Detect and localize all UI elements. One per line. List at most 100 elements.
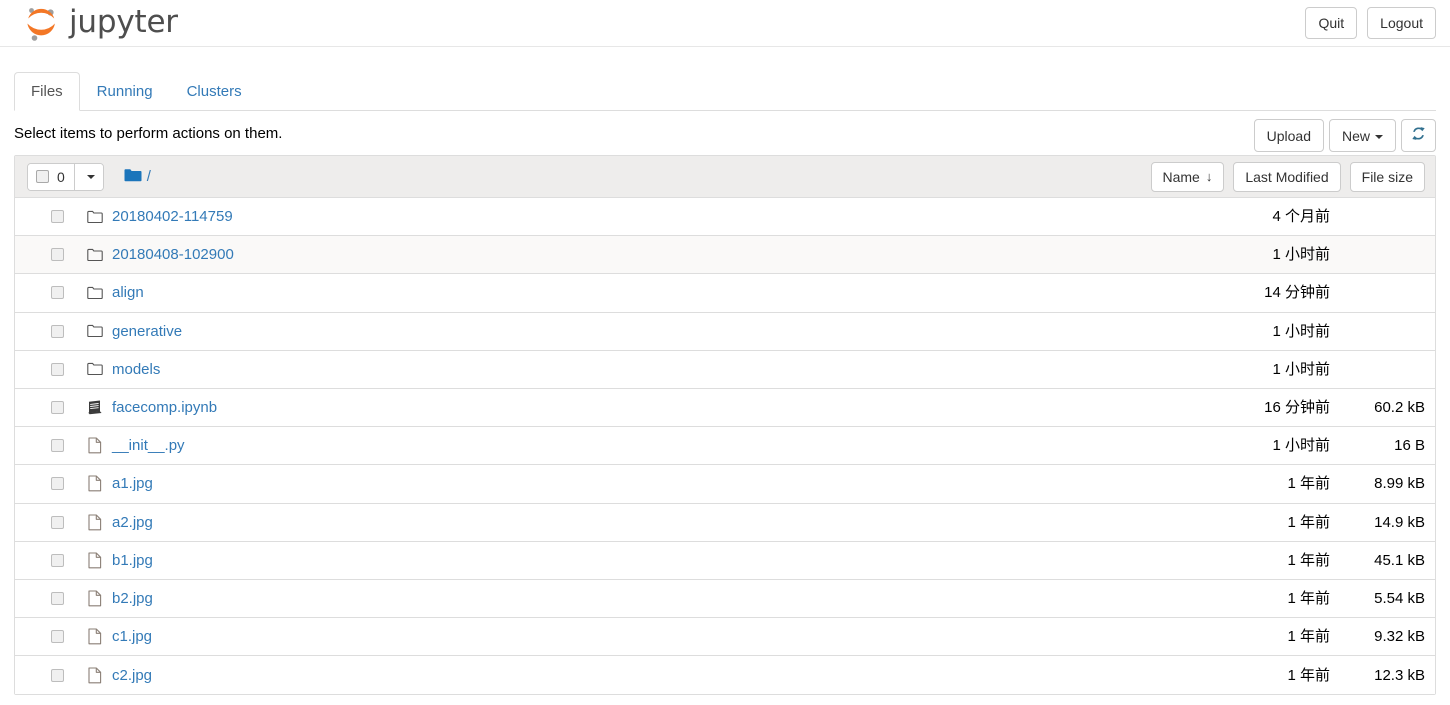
file-list-row[interactable]: models 1 小时前 [15,350,1435,389]
file-list-row[interactable]: generative 1 小时前 [15,312,1435,351]
file-size: 9.32 kB [1374,628,1425,646]
file-name-link[interactable]: __init__.py [112,436,185,455]
sort-by-size-button[interactable]: File size [1349,161,1425,192]
file-name-link[interactable]: align [112,283,144,302]
row-checkbox[interactable] [51,630,64,644]
logout-button[interactable]: Logout [1367,7,1436,39]
chevron-down-icon [87,174,96,179]
new-dropdown-button[interactable]: New [1328,119,1396,152]
action-buttons: Upload New [1253,119,1436,152]
file-modified: 1 小时前 [1272,322,1330,340]
file-list-row[interactable]: facecomp.ipynb 16 分钟前 60.2 kB [15,388,1435,428]
file-name-link[interactable]: a2.jpg [112,513,153,532]
file-size: 60.2 kB [1374,399,1425,417]
refresh-icon [1411,126,1426,145]
folder-icon [86,248,103,262]
tab-files[interactable]: Files [14,72,80,111]
file-list-panel: 0 / Name ↓ Last Modified File size 20180… [14,155,1436,696]
quit-button[interactable]: Quit [1305,7,1358,39]
action-bar: Select items to perform actions on them.… [14,111,1436,155]
file-list-row[interactable]: 20180402-114759 4 个月前 [15,198,1435,237]
row-checkbox[interactable] [51,477,64,491]
folder-icon [86,210,103,224]
file-size: 5.54 kB [1374,589,1425,607]
row-checkbox[interactable] [51,668,64,682]
file-list-header: 0 / Name ↓ Last Modified File size [15,156,1435,198]
row-checkbox[interactable] [51,553,64,567]
file-list-row[interactable]: __init__.py 1 小时前 16 B [15,427,1435,466]
file-list-row[interactable]: b2.jpg 1 年前 5.54 kB [15,579,1435,619]
refresh-button[interactable] [1401,119,1436,152]
file-modified: 1 小时前 [1272,437,1330,455]
file-list-row[interactable]: align 14 分钟前 [15,274,1435,313]
file-name-link[interactable]: c2.jpg [112,666,152,685]
chevron-down-icon [1375,134,1383,139]
file-modified: 14 分钟前 [1264,284,1330,302]
jupyter-brand[interactable]: jupyter [22,2,178,46]
navbar-actions: Quit Logout [1305,7,1436,39]
folder-icon [86,324,103,338]
select-all-button[interactable]: 0 [28,163,75,190]
row-checkbox[interactable] [51,591,64,605]
row-checkbox[interactable] [51,286,64,300]
file-modified: 4 个月前 [1272,208,1330,226]
file-list-row[interactable]: c1.jpg 1 年前 9.32 kB [15,618,1435,657]
select-all-checkbox[interactable] [36,170,49,183]
file-modified: 1 小时前 [1272,360,1330,378]
row-checkbox[interactable] [51,401,64,415]
row-checkbox[interactable] [51,362,64,376]
sort-buttons: Name ↓ Last Modified File size [1150,161,1425,192]
file-list-row[interactable]: a2.jpg 1 年前 14.9 kB [15,503,1435,542]
row-checkbox[interactable] [51,248,64,262]
notebook-icon [86,400,103,415]
file-icon [86,475,103,492]
sort-by-name-button[interactable]: Name ↓ [1150,161,1225,192]
row-checkbox[interactable] [51,210,64,224]
file-modified: 1 年前 [1287,513,1330,531]
row-checkbox[interactable] [51,515,64,529]
file-size: 8.99 kB [1374,475,1425,493]
file-icon [86,628,103,645]
file-list-row[interactable]: b1.jpg 1 年前 45.1 kB [15,541,1435,580]
tab-running[interactable]: Running [80,72,170,111]
file-modified: 1 年前 [1287,475,1330,493]
select-menu-button[interactable] [74,163,103,190]
file-modified: 1 年前 [1287,628,1330,646]
folder-icon [86,362,103,376]
new-label: New [1341,127,1370,144]
file-name-link[interactable]: 20180408-102900 [112,245,234,264]
file-name-link[interactable]: a1.jpg [112,474,153,493]
folder-icon [124,168,142,186]
file-modified: 1 年前 [1287,666,1330,684]
file-size: 45.1 kB [1374,551,1425,569]
sort-name-label: Name [1162,168,1200,185]
file-name-link[interactable]: models [112,360,160,379]
file-modified: 16 分钟前 [1264,399,1330,417]
row-checkbox[interactable] [51,439,64,453]
file-name-link[interactable]: b1.jpg [112,551,153,570]
selection-hint-text: Select items to perform actions on them. [14,125,283,142]
file-size: 14.9 kB [1374,513,1425,531]
file-name-link[interactable]: 20180402-114759 [112,207,233,226]
file-name-link[interactable]: facecomp.ipynb [112,398,217,417]
upload-button[interactable]: Upload [1253,119,1324,152]
breadcrumb: / [124,168,151,186]
tab-clusters[interactable]: Clusters [170,72,259,111]
file-name-link[interactable]: c1.jpg [112,627,152,646]
file-size: 12.3 kB [1374,666,1425,684]
file-list-row[interactable]: a1.jpg 1 年前 8.99 kB [15,465,1435,504]
brand-title: jupyter [69,4,178,40]
sort-by-modified-button[interactable]: Last Modified [1233,161,1341,192]
file-list-row[interactable]: 20180408-102900 1 小时前 [15,236,1435,275]
file-icon [86,514,103,531]
file-modified: 1 年前 [1287,551,1330,569]
breadcrumb-root[interactable]: / [147,169,151,184]
file-modified: 1 年前 [1287,589,1330,607]
file-modified: 1 小时前 [1272,246,1330,264]
file-icon [86,667,103,684]
file-name-link[interactable]: b2.jpg [112,589,153,608]
tab-bar: Files Running Clusters [14,72,1436,111]
file-list-row[interactable]: c2.jpg 1 年前 12.3 kB [15,656,1435,695]
file-name-link[interactable]: generative [112,322,182,341]
row-checkbox[interactable] [51,324,64,338]
